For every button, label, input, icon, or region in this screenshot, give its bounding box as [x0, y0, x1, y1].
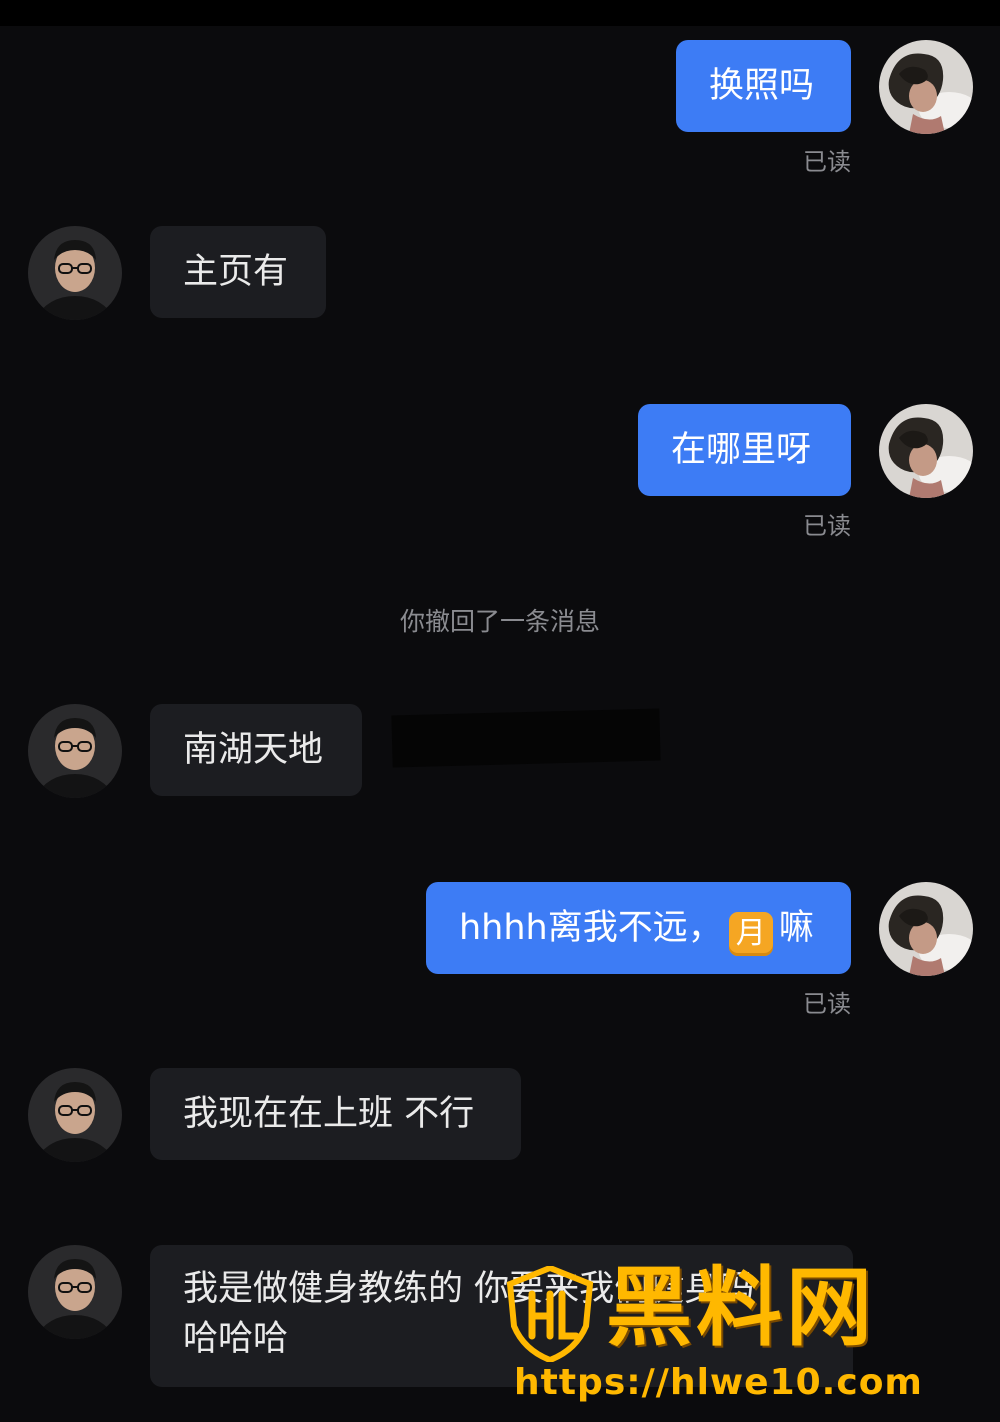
- read-receipt: 已读: [803, 990, 851, 1018]
- peer-avatar[interactable]: [28, 226, 122, 320]
- watermark: 黑料网 https://hlwe10.com: [506, 1258, 966, 1408]
- moon-emoji-icon: 月: [728, 912, 773, 956]
- peer-avatar[interactable]: [28, 704, 122, 798]
- outgoing-message-bubble[interactable]: 在哪里呀: [638, 404, 851, 496]
- incoming-message-bubble[interactable]: 我现在在上班 不行: [150, 1068, 521, 1160]
- user-avatar-glasses-icon: [28, 226, 122, 320]
- outgoing-message-bubble[interactable]: 换照吗: [676, 40, 851, 132]
- status-bar: [0, 0, 1000, 26]
- peer-avatar[interactable]: [28, 1068, 122, 1162]
- self-avatar[interactable]: [879, 404, 973, 498]
- message-text: 南湖天地: [183, 730, 324, 770]
- user-avatar-glasses-icon: [28, 1245, 122, 1339]
- user-avatar-curly-hair-icon: [879, 404, 973, 498]
- message-text: 在哪里呀: [671, 430, 812, 470]
- read-receipt: 已读: [803, 512, 851, 540]
- recalled-message-notice: 你撤回了一条消息: [399, 607, 600, 636]
- self-avatar[interactable]: [879, 882, 973, 976]
- message-text: 换照吗: [709, 66, 815, 106]
- message-text: 我现在在上班 不行: [183, 1094, 475, 1134]
- message-text: 主页有: [183, 252, 289, 292]
- user-avatar-curly-hair-icon: [879, 40, 973, 134]
- redaction-mark: [391, 708, 661, 768]
- self-avatar[interactable]: [879, 40, 973, 134]
- message-text: 嘛: [778, 908, 814, 948]
- outgoing-message-bubble[interactable]: hhhh离我不远，月嘛: [426, 882, 851, 974]
- message-text: hhhh离我不远，: [459, 908, 723, 948]
- incoming-message-bubble[interactable]: 南湖天地: [150, 704, 362, 796]
- read-receipt: 已读: [803, 148, 851, 176]
- watermark-url: https://hlwe10.com: [514, 1362, 923, 1403]
- hl-shield-logo-icon: [506, 1266, 594, 1362]
- user-avatar-glasses-icon: [28, 1068, 122, 1162]
- user-avatar-curly-hair-icon: [879, 882, 973, 976]
- incoming-message-bubble[interactable]: 主页有: [150, 226, 326, 318]
- user-avatar-glasses-icon: [28, 704, 122, 798]
- peer-avatar[interactable]: [28, 1245, 122, 1339]
- watermark-title: 黑料网: [606, 1258, 876, 1358]
